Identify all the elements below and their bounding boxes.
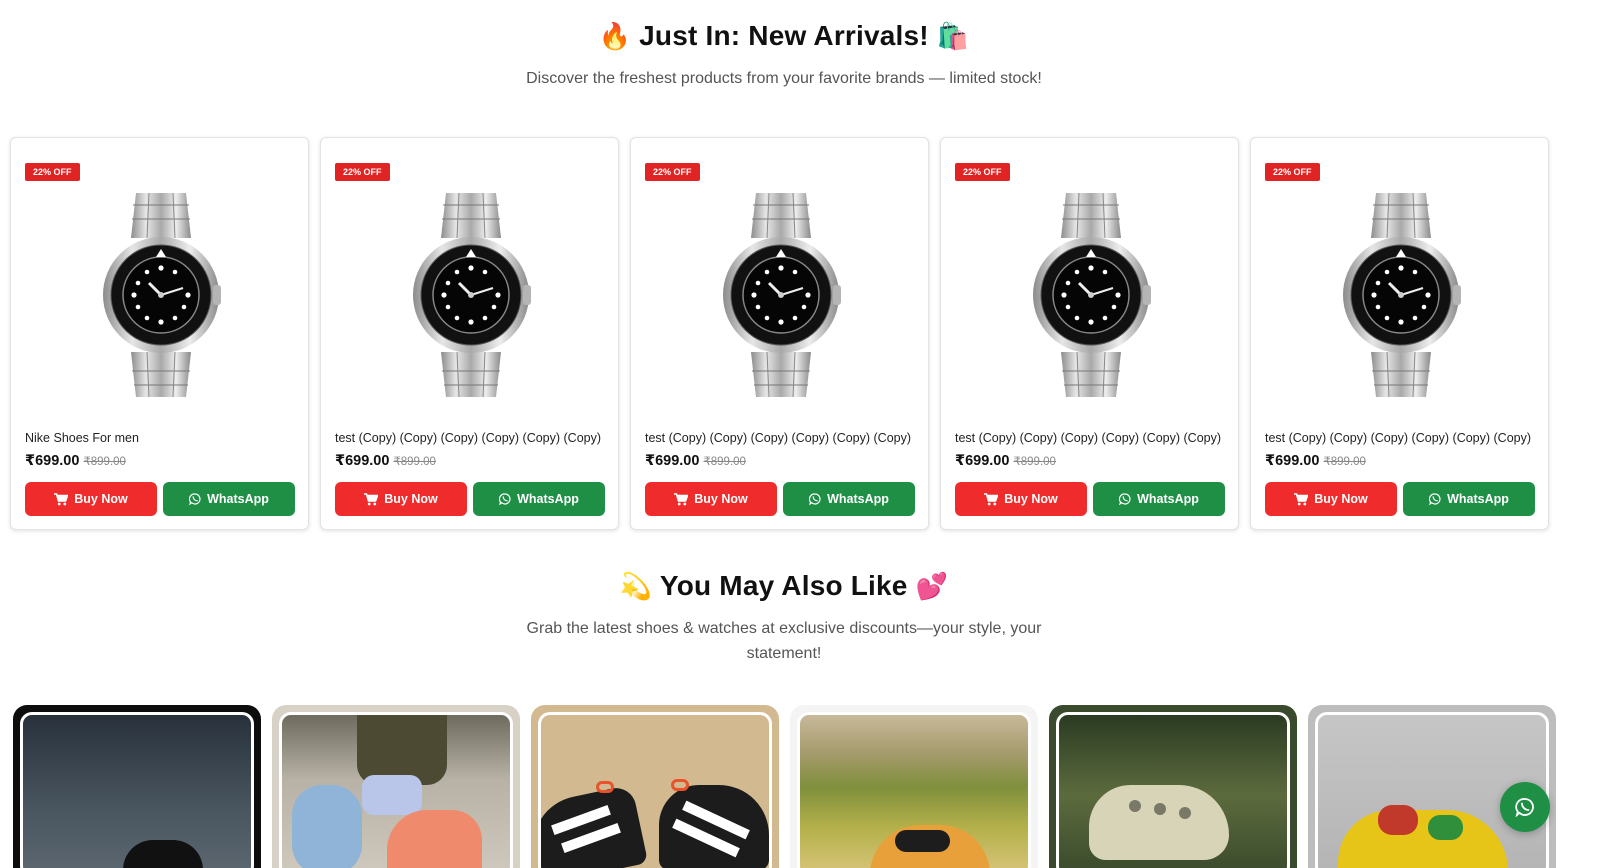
whatsapp-label: WhatsApp — [1137, 492, 1199, 506]
product-actions: Buy Now WhatsApp — [335, 482, 605, 516]
watch-image[interactable] — [411, 193, 531, 397]
discount-badge: 22% OFF — [335, 163, 390, 181]
product-price: ₹699.00 ₹899.00 — [645, 453, 746, 469]
whatsapp-label: WhatsApp — [827, 492, 889, 506]
product-name[interactable]: test (Copy) (Copy) (Copy) (Copy) (Copy) … — [1265, 431, 1531, 445]
shopping-bags-icon: 🛍️ — [936, 21, 970, 51]
adidas-shoes-photo — [538, 712, 772, 868]
sale-price: ₹699.00 — [1265, 453, 1320, 469]
product-price: ₹699.00 ₹899.00 — [955, 453, 1056, 469]
recommendation-tile[interactable] — [272, 705, 520, 868]
new-arrivals-title-text: Just In: New Arrivals! — [639, 20, 929, 51]
product-actions: Buy Now WhatsApp — [955, 482, 1225, 516]
watch-image[interactable] — [1031, 193, 1151, 397]
buy-now-button[interactable]: Buy Now — [25, 482, 157, 516]
recommendation-tile[interactable] — [531, 705, 779, 868]
recommendation-tile[interactable] — [13, 705, 261, 868]
sale-price: ₹699.00 — [955, 453, 1010, 469]
buy-now-button[interactable]: Buy Now — [335, 482, 467, 516]
original-price: ₹899.00 — [703, 456, 746, 468]
two-hearts-icon: 💕 — [915, 571, 949, 601]
sale-price: ₹699.00 — [645, 453, 700, 469]
product-card[interactable]: 22% OFF — [1250, 137, 1549, 530]
also-like-title-text: You May Also Like — [659, 570, 908, 601]
product-price: ₹699.00 ₹899.00 — [1265, 453, 1366, 469]
product-name[interactable]: Nike Shoes For men — [25, 431, 139, 445]
whatsapp-button[interactable]: WhatsApp — [1403, 482, 1535, 516]
dizzy-icon: 💫 — [619, 571, 653, 601]
product-price: ₹699.00 ₹899.00 — [25, 453, 126, 469]
cart-icon — [54, 492, 69, 505]
discount-badge: 22% OFF — [645, 163, 700, 181]
cart-icon — [364, 492, 379, 505]
also-like-header: 💫 You May Also Like 💕 Grab the latest sh… — [0, 570, 1568, 666]
whatsapp-button[interactable]: WhatsApp — [783, 482, 915, 516]
cart-icon — [984, 492, 999, 505]
watch-image[interactable] — [1341, 193, 1461, 397]
recommendation-tile[interactable] — [790, 705, 1038, 868]
sale-price: ₹699.00 — [25, 453, 80, 469]
buy-now-button[interactable]: Buy Now — [645, 482, 777, 516]
new-arrivals-subtitle: Discover the freshest products from your… — [526, 70, 1042, 87]
buy-now-label: Buy Now — [74, 492, 128, 506]
original-price: ₹899.00 — [83, 456, 126, 468]
product-actions: Buy Now WhatsApp — [25, 482, 295, 516]
product-card[interactable]: 22% OFF — [940, 137, 1239, 530]
whatsapp-icon — [1429, 493, 1441, 505]
whatsapp-button[interactable]: WhatsApp — [1093, 482, 1225, 516]
product-card[interactable]: 22% OFF — [630, 137, 929, 530]
whatsapp-label: WhatsApp — [1447, 492, 1509, 506]
discount-badge: 22% OFF — [25, 163, 80, 181]
buy-now-label: Buy Now — [1004, 492, 1058, 506]
product-name[interactable]: test (Copy) (Copy) (Copy) (Copy) (Copy) … — [955, 431, 1221, 445]
product-card[interactable]: 22% OFF — [10, 137, 309, 530]
recommendation-grid — [13, 705, 1556, 868]
also-like-title: 💫 You May Also Like 💕 — [0, 570, 1568, 602]
product-price: ₹699.00 ₹899.00 — [335, 453, 436, 469]
whatsapp-button[interactable]: WhatsApp — [473, 482, 605, 516]
recommendation-tile[interactable] — [1049, 705, 1297, 868]
whatsapp-floating-button[interactable] — [1500, 782, 1550, 832]
also-like-subtitle: Grab the latest shoes & watches at exclu… — [526, 620, 1042, 662]
buy-now-label: Buy Now — [384, 492, 438, 506]
running-shoe-field-photo — [797, 712, 1031, 868]
buy-now-button[interactable]: Buy Now — [1265, 482, 1397, 516]
product-card[interactable]: 22% OFF — [320, 137, 619, 530]
cart-icon — [674, 492, 689, 505]
whatsapp-icon — [189, 493, 201, 505]
new-arrivals-header: 🔥 Just In: New Arrivals! 🛍️ Discover the… — [0, 20, 1568, 91]
discount-badge: 22% OFF — [955, 163, 1010, 181]
watch-image[interactable] — [721, 193, 841, 397]
discount-badge: 22% OFF — [1265, 163, 1320, 181]
product-actions: Buy Now WhatsApp — [1265, 482, 1535, 516]
dark-shoe-photo — [20, 712, 254, 868]
sneaker-on-foot-photo — [279, 712, 513, 868]
product-actions: Buy Now WhatsApp — [645, 482, 915, 516]
original-price: ₹899.00 — [393, 456, 436, 468]
buy-now-button[interactable]: Buy Now — [955, 482, 1087, 516]
whatsapp-label: WhatsApp — [517, 492, 579, 506]
whatsapp-label: WhatsApp — [207, 492, 269, 506]
clog-grass-photo — [1056, 712, 1290, 868]
whatsapp-button[interactable]: WhatsApp — [163, 482, 295, 516]
product-name[interactable]: test (Copy) (Copy) (Copy) (Copy) (Copy) … — [335, 431, 601, 445]
buy-now-label: Buy Now — [1314, 492, 1368, 506]
cart-icon — [1294, 492, 1309, 505]
product-name[interactable]: test (Copy) (Copy) (Copy) (Copy) (Copy) … — [645, 431, 911, 445]
whatsapp-icon — [1119, 493, 1131, 505]
original-price: ₹899.00 — [1323, 456, 1366, 468]
original-price: ₹899.00 — [1013, 456, 1056, 468]
sale-price: ₹699.00 — [335, 453, 390, 469]
new-arrivals-title: 🔥 Just In: New Arrivals! 🛍️ — [0, 20, 1568, 52]
product-grid: 22% OFF Nike Shoes For men ₹699.00 ₹899.… — [10, 137, 1550, 530]
whatsapp-icon — [499, 493, 511, 505]
watch-image[interactable] — [101, 193, 221, 397]
whatsapp-icon — [809, 493, 821, 505]
buy-now-label: Buy Now — [694, 492, 748, 506]
fire-icon: 🔥 — [598, 21, 632, 51]
whatsapp-icon — [1515, 798, 1534, 817]
